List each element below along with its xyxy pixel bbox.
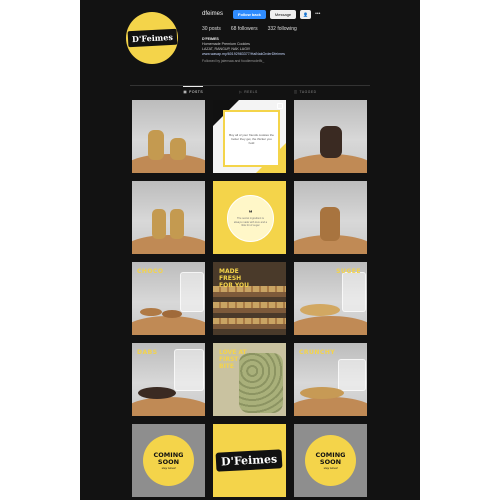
profile-tabs: ▦ POSTS ▷ REELS ◫ TAGGED — [80, 86, 420, 94]
oven-rack — [213, 292, 286, 297]
followed-by-text[interactable]: Followed by jaiensaa and foodiemodelfk_ — [202, 59, 420, 64]
post-crunchy[interactable]: CRUNCHY — [294, 343, 367, 416]
wooden-board — [132, 315, 205, 335]
instagram-profile-page: D'Feimes dfeimes Follow back Message 👤 •… — [80, 0, 420, 500]
cookie-jar — [174, 349, 204, 391]
made-fresh-label: MADE FRESH FOR YOU — [219, 268, 250, 289]
profile-avatar[interactable]: D'Feimes — [126, 12, 178, 64]
cookie-pile — [138, 387, 176, 399]
tab-reels-label: REELS — [244, 89, 258, 94]
coming-soon-badge: COMING SOON stay tuned — [305, 435, 356, 486]
quote-card: Buy all of your friends cookies the bett… — [223, 110, 280, 167]
coming-soon-text: COMING SOON — [153, 450, 184, 466]
post-coming-soon-1[interactable]: COMING SOON stay tuned — [132, 424, 205, 497]
quote-text: The secret ingredient is always made wit… — [233, 217, 268, 228]
post-dabs[interactable]: DABS — [132, 343, 205, 416]
tab-posts[interactable]: ▦ POSTS — [183, 86, 204, 94]
post-cookie-tower[interactable] — [132, 181, 205, 254]
cookie-jar — [338, 359, 366, 391]
cookie-jar — [180, 272, 204, 312]
posts-count: 30 posts — [202, 26, 221, 32]
quote-text: Buy all of your friends cookies the bett… — [229, 132, 274, 145]
cookie-jar — [342, 272, 366, 312]
wooden-board — [132, 153, 205, 173]
post-coming-soon-2[interactable]: COMING SOON stay tuned — [294, 424, 367, 497]
wooden-board — [294, 396, 367, 416]
post-love-first-bite[interactable]: LOVE AT FIRST BITE — [213, 343, 286, 416]
sugee-label: SUGEE — [336, 268, 361, 275]
cookie-pile — [300, 304, 340, 316]
love-first-bite-label: LOVE AT FIRST BITE — [219, 349, 247, 370]
crunchy-label: CRUNCHY — [299, 349, 336, 356]
tab-tagged[interactable]: ◫ TAGGED — [294, 86, 317, 94]
follow-back-button[interactable]: Follow back — [233, 9, 266, 19]
quote-circle: ❝ The secret ingredient is always made w… — [227, 195, 274, 242]
wooden-board — [132, 396, 205, 416]
post-made-fresh[interactable]: MADE FRESH FOR YOU — [213, 262, 286, 335]
post-quote-2[interactable]: ❝ The secret ingredient is always made w… — [213, 181, 286, 254]
tab-tagged-label: TAGGED — [299, 89, 317, 94]
reels-icon: ▷ — [239, 89, 243, 94]
post-logo[interactable]: D'Feimes — [213, 424, 286, 497]
cookie-stack — [170, 138, 186, 160]
choco-label: CHOCO — [137, 268, 164, 275]
tab-posts-label: POSTS — [189, 90, 204, 94]
coming-soon-badge: COMING SOON stay tuned — [143, 435, 194, 486]
oven-rack — [213, 308, 286, 313]
profile-username: dfeimes — [202, 11, 224, 17]
stay-tuned-text: stay tuned — [161, 465, 176, 470]
posts-grid: Buy all of your friends cookies the bett… — [132, 100, 368, 497]
carousel-icon — [277, 103, 283, 109]
profile-actions-row: dfeimes Follow back Message 👤 ••• — [202, 8, 420, 20]
cookie-stack — [170, 209, 184, 239]
grid-icon: ▦ — [183, 90, 188, 94]
following-count[interactable]: 332 following — [268, 26, 297, 32]
post-quote-1[interactable]: Buy all of your friends cookies the bett… — [213, 100, 286, 173]
cookie-pile — [300, 387, 344, 399]
cookie-stack — [320, 207, 340, 241]
profile-info: dfeimes Follow back Message 👤 ••• 30 pos… — [202, 8, 420, 64]
suggest-user-button[interactable]: 👤 — [300, 9, 312, 19]
bio-link[interactable]: www.wasap.my/60192983377/HaiNakOrderDfei… — [202, 52, 420, 57]
post-choc-cookie-tower[interactable] — [294, 181, 367, 254]
stay-tuned-text: stay tuned — [323, 465, 338, 470]
cookie-stack — [148, 130, 164, 160]
more-options-icon[interactable]: ••• — [315, 11, 320, 17]
coming-soon-text: COMING SOON — [315, 450, 346, 466]
tag-icon: ◫ — [293, 89, 298, 94]
cookie — [162, 310, 182, 318]
message-button[interactable]: Message — [269, 9, 297, 19]
followers-count[interactable]: 68 followers — [231, 26, 258, 32]
post-dark-cookie-stack[interactable] — [294, 100, 367, 173]
cookie — [140, 308, 162, 316]
profile-header: D'Feimes dfeimes Follow back Message 👤 •… — [80, 0, 420, 82]
post-cookie-stacks[interactable] — [132, 100, 205, 173]
cookie-stack — [320, 126, 342, 158]
oven-rack — [213, 324, 286, 329]
post-choco[interactable]: CHOCO — [132, 262, 205, 335]
wooden-board — [132, 234, 205, 254]
post-sugee[interactable]: SUGEE — [294, 262, 367, 335]
add-user-icon: 👤 — [303, 11, 309, 17]
cookie-stack — [152, 209, 166, 239]
brand-logo-text: D'Feimes — [215, 449, 284, 472]
dabs-label: DABS — [137, 349, 158, 356]
profile-bio: D'FEIMES Homemade Premium Cookies LAZAT,… — [202, 37, 420, 64]
tab-reels[interactable]: ▷ REELS — [239, 86, 258, 94]
wooden-board — [294, 315, 367, 335]
avatar-logo-text: D'Feimes — [127, 28, 177, 48]
profile-stats: 30 posts 68 followers 332 following — [202, 26, 420, 32]
